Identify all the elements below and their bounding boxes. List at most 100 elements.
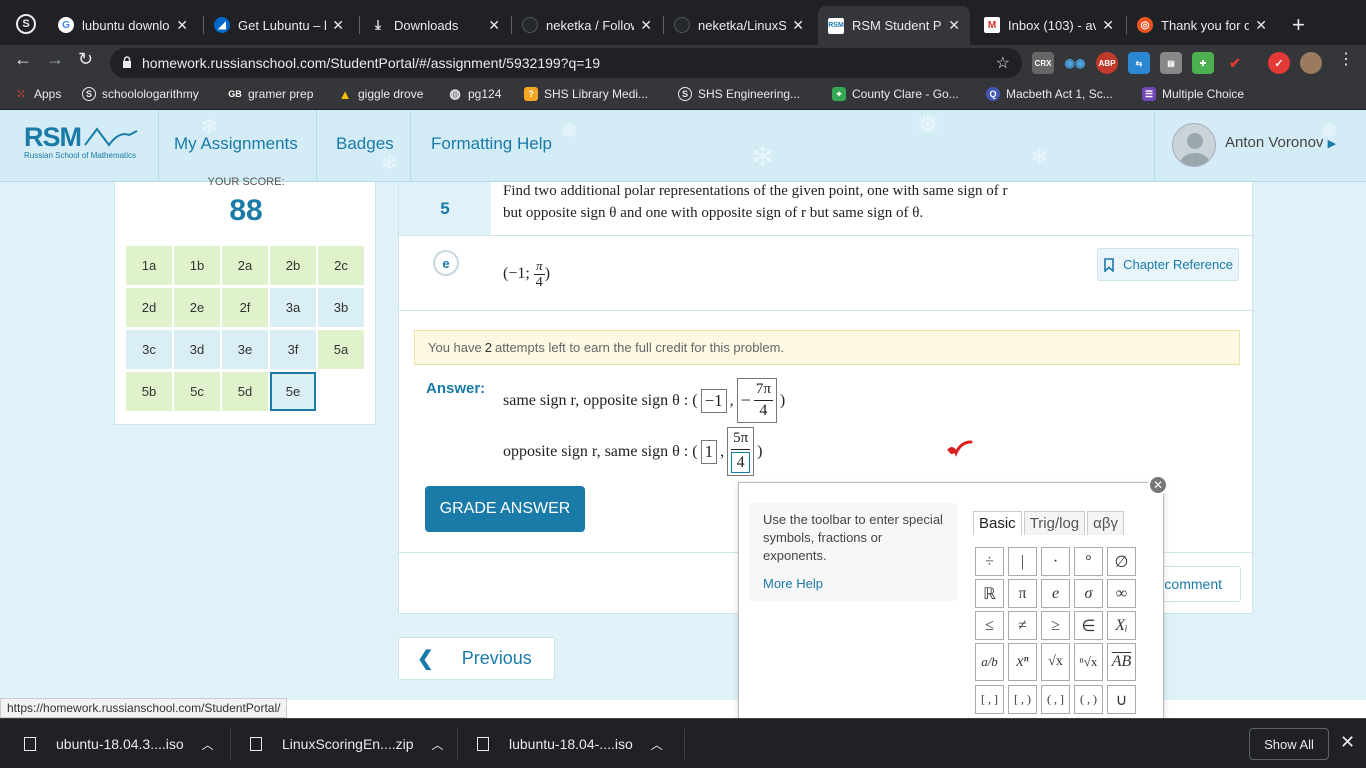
question-cell-3b[interactable]: 3b (318, 288, 364, 327)
profile-avatar[interactable] (1300, 52, 1322, 74)
question-cell-2c[interactable]: 2c (318, 246, 364, 285)
key-vector[interactable]: AB (1107, 643, 1136, 681)
key-subscript[interactable]: Xᵢ (1107, 611, 1136, 640)
bookmark-star-icon[interactable]: ☆ (996, 53, 1010, 73)
back-icon[interactable]: ← (14, 49, 32, 70)
download-item[interactable]: lubuntu-18.04-....iso ︿ (477, 719, 663, 768)
nav-formatting-help[interactable]: Formatting Help (431, 134, 552, 154)
browser-tab[interactable]: ◎ Thank you for d ✕ (1127, 8, 1277, 42)
bookmark-apps[interactable]: ⁙ Apps (14, 87, 61, 101)
question-cell-3d[interactable]: 3d (174, 330, 220, 369)
owl-extension-icon[interactable]: ◉◉ (1064, 52, 1086, 74)
chapter-reference-button[interactable]: Chapter Reference (1097, 248, 1239, 281)
question-cell-5c[interactable]: 5c (174, 372, 220, 411)
close-icon[interactable]: ✕ (948, 17, 960, 34)
question-cell-5a[interactable]: 5a (318, 330, 364, 369)
key-open-interval[interactable]: ( , ) (1074, 685, 1103, 714)
schoology-icon[interactable]: S (16, 14, 36, 34)
key-fraction[interactable]: a/b (975, 643, 1004, 681)
key-closed-interval[interactable]: [ , ] (975, 685, 1004, 714)
close-icon[interactable]: ✕ (1255, 17, 1267, 34)
question-cell-5d[interactable]: 5d (222, 372, 268, 411)
extension-icon[interactable]: ✚ (1192, 52, 1214, 74)
question-cell-2f[interactable]: 2f (222, 288, 268, 327)
key-empty-set[interactable]: ∅ (1107, 547, 1136, 576)
extension-icon[interactable]: ✓ (1268, 52, 1290, 74)
key-degree[interactable]: ° (1074, 547, 1103, 576)
key-nth-root[interactable]: ⁿ√x (1074, 643, 1103, 681)
question-cell-3e[interactable]: 3e (222, 330, 268, 369)
nav-badges[interactable]: Badges (336, 134, 394, 154)
question-cell-1b[interactable]: 1b (174, 246, 220, 285)
close-icon[interactable]: ✕ (176, 17, 188, 34)
tab-greek[interactable]: αβγ (1087, 511, 1124, 535)
tab-basic[interactable]: Basic (973, 511, 1022, 535)
extension-icon[interactable]: ⇆ (1128, 52, 1150, 74)
user-avatar[interactable] (1172, 123, 1216, 167)
key-sqrt[interactable]: √x (1041, 643, 1070, 681)
question-cell-3a[interactable]: 3a (270, 288, 316, 327)
question-cell-2d[interactable]: 2d (126, 288, 172, 327)
key-e[interactable]: e (1041, 579, 1070, 608)
close-icon[interactable]: ✕ (1102, 17, 1114, 34)
more-help-link[interactable]: More Help (763, 575, 943, 593)
crx-extension-icon[interactable]: CRX (1032, 52, 1054, 74)
extension-icon[interactable]: ▤ (1160, 52, 1182, 74)
comment-button[interactable]: comment (1151, 566, 1241, 602)
key-greater-equal[interactable]: ≥ (1041, 611, 1070, 640)
bookmark-item[interactable]: Q Macbeth Act 1, Sc... (986, 87, 1113, 101)
theta-input-box[interactable]: − 7π 4 (736, 378, 777, 423)
bookmark-item[interactable]: ⌖ County Clare - Go... (832, 87, 959, 101)
question-cell-3c[interactable]: 3c (126, 330, 172, 369)
question-cell-1a[interactable]: 1a (126, 246, 172, 285)
browser-tab[interactable]: M Inbox (103) - av ✕ (974, 8, 1124, 42)
key-less-equal[interactable]: ≤ (975, 611, 1004, 640)
browser-tab-active[interactable]: RSM RSM Student Po ✕ (818, 6, 970, 45)
key-half-open-interval[interactable]: [ , ) (1008, 685, 1037, 714)
browser-tab[interactable]: neketka/LinuxSc ✕ (664, 8, 814, 42)
bookmark-item[interactable]: S SHS Engineering... (678, 87, 800, 101)
new-tab-button[interactable]: + (1292, 12, 1305, 38)
bookmark-item[interactable]: GB gramer prep (228, 87, 313, 101)
close-icon[interactable]: ✕ (1340, 732, 1355, 753)
extension-icon[interactable]: ✔ (1224, 52, 1246, 74)
adblock-extension-icon[interactable]: ABP (1096, 52, 1118, 74)
previous-button[interactable]: ❮ Previous (398, 637, 555, 680)
key-pi[interactable]: π (1008, 579, 1037, 608)
forward-icon[interactable]: → (46, 49, 64, 70)
browser-tab[interactable]: ⤓ Downloads ✕ (360, 8, 510, 42)
download-item[interactable]: LinuxScoringEn....zip ︿ (250, 719, 444, 768)
bookmark-item[interactable]: Sschoolologarithmy (82, 87, 199, 101)
key-infinity[interactable]: ∞ (1107, 579, 1136, 608)
chevron-up-icon[interactable]: ︿ (651, 736, 663, 753)
key-exponent[interactable]: xⁿ (1008, 643, 1037, 681)
browser-tab[interactable]: G lubuntu downlo ✕ (48, 8, 198, 42)
key-not-equal[interactable]: ≠ (1008, 611, 1037, 640)
fraction-denominator-focused[interactable]: 4 (731, 452, 751, 473)
question-cell-2a[interactable]: 2a (222, 246, 268, 285)
tab-trig-log[interactable]: Trig/log (1023, 511, 1086, 535)
bookmark-item[interactable]: ◍ pg124 (448, 86, 501, 101)
reload-icon[interactable]: ↻ (78, 49, 93, 70)
key-element-of[interactable]: ∈ (1074, 611, 1103, 640)
question-cell-2b[interactable]: 2b (270, 246, 316, 285)
r-input-box[interactable]: −1 (700, 388, 727, 413)
chevron-up-icon[interactable]: ︿ (202, 736, 214, 753)
nav-my-assignments[interactable]: My Assignments (174, 134, 298, 154)
close-icon[interactable]: ✕ (332, 17, 344, 34)
user-name[interactable]: Anton Voronov ▶ (1225, 134, 1336, 151)
browser-tab[interactable]: neketka / Follow ✕ (512, 8, 662, 42)
key-sigma[interactable]: σ (1074, 579, 1103, 608)
r-input-box[interactable]: 1 (700, 439, 718, 464)
rsm-logo[interactable]: RSM Russian School of Mathematics (24, 122, 139, 160)
show-all-button[interactable]: Show All (1249, 728, 1329, 760)
key-absolute[interactable]: | (1008, 547, 1037, 576)
menu-kebab-icon[interactable]: ⋮ (1338, 49, 1354, 69)
question-cell-3f[interactable]: 3f (270, 330, 316, 369)
bookmark-item[interactable]: ☰ Multiple Choice (1142, 87, 1244, 101)
question-cell-5b[interactable]: 5b (126, 372, 172, 411)
theta-input-box[interactable]: 5π 4 (727, 427, 755, 476)
question-cell-5e-current[interactable]: 5e (270, 372, 316, 411)
grade-answer-button[interactable]: GRADE ANSWER (425, 486, 585, 532)
close-icon[interactable]: ✕ (1148, 475, 1168, 495)
